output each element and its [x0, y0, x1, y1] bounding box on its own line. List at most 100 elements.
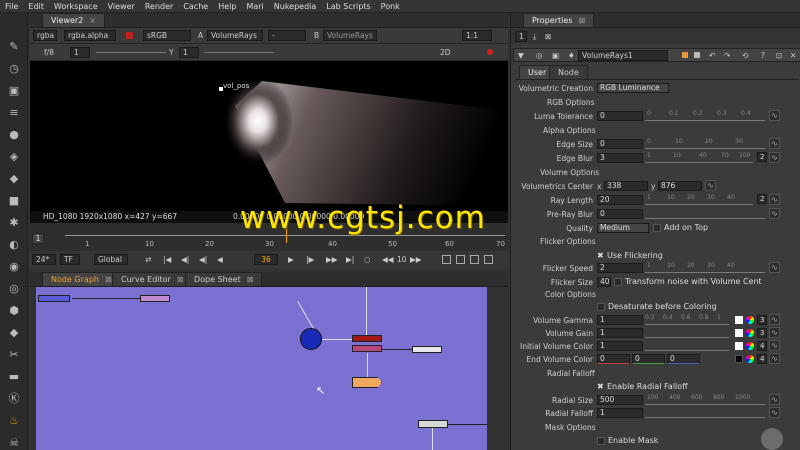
curve-icon[interactable]: ∿: [769, 314, 780, 325]
node-view-icon[interactable]: ▣: [552, 50, 559, 61]
menu-edit[interactable]: Edit: [23, 0, 49, 13]
volume-gain-slider[interactable]: [645, 328, 729, 338]
node-graph-canvas[interactable]: ↖: [36, 287, 487, 450]
fire-icon[interactable]: ♨: [7, 414, 21, 428]
flicker-size-field[interactable]: 40: [597, 277, 611, 287]
other-icon[interactable]: ✂: [7, 348, 21, 362]
initial-color-slider[interactable]: [645, 341, 729, 351]
prev-frame-icon[interactable]: ◀|: [199, 254, 207, 265]
metadata-icon[interactable]: ◎: [7, 282, 21, 296]
radial-size-field[interactable]: 500: [597, 395, 643, 405]
settings-icon[interactable]: [484, 255, 493, 264]
deep-icon[interactable]: ◐: [7, 238, 21, 252]
current-frame-field[interactable]: 36: [254, 254, 278, 265]
step-back-icon[interactable]: ◀◀: [382, 254, 394, 265]
step-value[interactable]: 10: [397, 254, 407, 265]
curve-icon[interactable]: ∿: [769, 407, 780, 418]
views-icon[interactable]: ◉: [7, 260, 21, 274]
enable-mask-checkbox[interactable]: [597, 437, 605, 445]
curve-icon[interactable]: ∿: [769, 262, 780, 273]
edge-blur-field[interactable]: 3: [597, 153, 643, 163]
help-icon[interactable]: ?: [761, 50, 765, 61]
toolsets-icon[interactable]: ⬢: [7, 304, 21, 318]
pane-count-field[interactable]: 1: [515, 31, 527, 42]
gamma-count[interactable]: 3: [757, 315, 767, 325]
edge-blur-slider[interactable]: 1 10 40 70 100: [645, 152, 753, 163]
undo-icon[interactable]: ↶: [709, 50, 715, 61]
menu-viewer[interactable]: Viewer: [103, 0, 140, 13]
skull-icon[interactable]: ☠: [7, 436, 21, 450]
next-key-icon[interactable]: ▶▶: [326, 254, 338, 265]
curve-icon[interactable]: ∿: [769, 394, 780, 405]
cycle-icon[interactable]: ⇄: [145, 254, 151, 265]
pin-icon[interactable]: ⤓: [533, 31, 536, 42]
tab-properties[interactable]: Properties ⊠: [523, 13, 595, 27]
radial-falloff-slider[interactable]: [645, 408, 765, 418]
curve-icon[interactable]: ∿: [769, 194, 780, 205]
node-help-icon[interactable]: ♦: [568, 50, 575, 61]
close-icon[interactable]: ×: [89, 16, 96, 25]
menu-help[interactable]: Help: [213, 0, 241, 13]
tab-node-graph[interactable]: Node Graph ⊠: [42, 272, 121, 286]
close-icon[interactable]: ⊠: [105, 275, 112, 284]
menu-file[interactable]: File: [0, 0, 23, 13]
tab-curve-editor[interactable]: Curve Editor ⊠: [112, 272, 193, 286]
close-icon[interactable]: ⊠: [177, 275, 184, 284]
layers-icon[interactable]: ◆: [7, 172, 21, 186]
range-select[interactable]: Global: [94, 254, 128, 265]
menu-workspace[interactable]: Workspace: [49, 0, 103, 13]
stack-icon[interactable]: ≡: [7, 106, 21, 120]
step-forward-icon[interactable]: ▶▶: [410, 254, 422, 265]
node-color2-icon[interactable]: [694, 52, 700, 58]
channels-select[interactable]: rgba: [33, 30, 57, 41]
radial-size-slider[interactable]: 200 400 600 800 1000: [645, 394, 765, 405]
close-icon[interactable]: ✕: [790, 50, 796, 61]
curve-icon[interactable]: ∿: [769, 208, 780, 219]
node-white[interactable]: [412, 346, 442, 353]
node-circle[interactable]: [300, 328, 322, 350]
channel-alpha-select[interactable]: rgba.alpha: [64, 30, 116, 41]
volume-gain-field[interactable]: 1: [597, 328, 643, 338]
viewer-canvas[interactable]: vol_pos: [30, 61, 508, 211]
camera-icon[interactable]: [470, 255, 479, 264]
tab-viewer2[interactable]: Viewer2 ×: [42, 13, 105, 27]
menu-nukepedia[interactable]: Nukepedia: [269, 0, 322, 13]
collapse-icon[interactable]: ▼: [518, 50, 524, 61]
float-panel-icon[interactable]: ⊡: [776, 50, 782, 61]
enable-radial-checkbox[interactable]: ✖: [597, 381, 604, 392]
node-settings-icon[interactable]: ◎: [536, 50, 543, 61]
gain-field[interactable]: 1: [70, 47, 90, 58]
flicker-speed-slider[interactable]: 1 10 20 30 40: [645, 262, 765, 273]
transform-noise-checkbox[interactable]: [614, 278, 622, 286]
frame-field[interactable]: 1: [32, 233, 44, 244]
volumetric-creation-select[interactable]: RGB Luminance: [597, 83, 669, 93]
menu-lab-scripts[interactable]: Lab Scripts: [321, 0, 375, 13]
pre-ray-blur-field[interactable]: 0: [597, 209, 643, 219]
menu-mari[interactable]: Mari: [241, 0, 268, 13]
float-icon[interactable]: ⊠: [545, 31, 551, 42]
pen-icon[interactable]: ✎: [7, 40, 21, 54]
filter-icon[interactable]: ◈: [7, 150, 21, 164]
tab-dope-sheet[interactable]: Dope Sheet ⊠: [185, 272, 263, 286]
color-swatch[interactable]: [735, 329, 743, 337]
play-back-icon[interactable]: ◀: [217, 254, 223, 265]
input-op-select[interactable]: -: [268, 30, 306, 41]
end-color-g-field[interactable]: 0: [632, 354, 665, 364]
curve-icon[interactable]: ∿: [769, 327, 780, 338]
edge-blur-count[interactable]: 2: [757, 152, 767, 162]
initial-color-field[interactable]: 1: [597, 341, 643, 351]
edge-size-slider[interactable]: 0 10 20 30: [645, 138, 765, 149]
image-icon[interactable]: ▣: [7, 84, 21, 98]
tag-icon[interactable]: ◆: [7, 326, 21, 340]
loop-icon[interactable]: ○: [364, 254, 371, 265]
node-pink[interactable]: [140, 295, 170, 302]
volume-gamma-slider[interactable]: 0.2 0.4 0.6 0.8 1: [645, 314, 729, 325]
node-name-field[interactable]: VolumeRays1: [578, 50, 668, 61]
end-color-count[interactable]: 4: [757, 354, 767, 364]
color-swatch[interactable]: [735, 316, 743, 324]
use-flickering-checkbox[interactable]: ✖: [597, 250, 604, 261]
curve-icon[interactable]: ∿: [769, 340, 780, 351]
vol-center-x-field[interactable]: 338: [604, 181, 648, 191]
gamma-field[interactable]: 1: [179, 47, 199, 58]
initial-color-count[interactable]: 4: [757, 341, 767, 351]
